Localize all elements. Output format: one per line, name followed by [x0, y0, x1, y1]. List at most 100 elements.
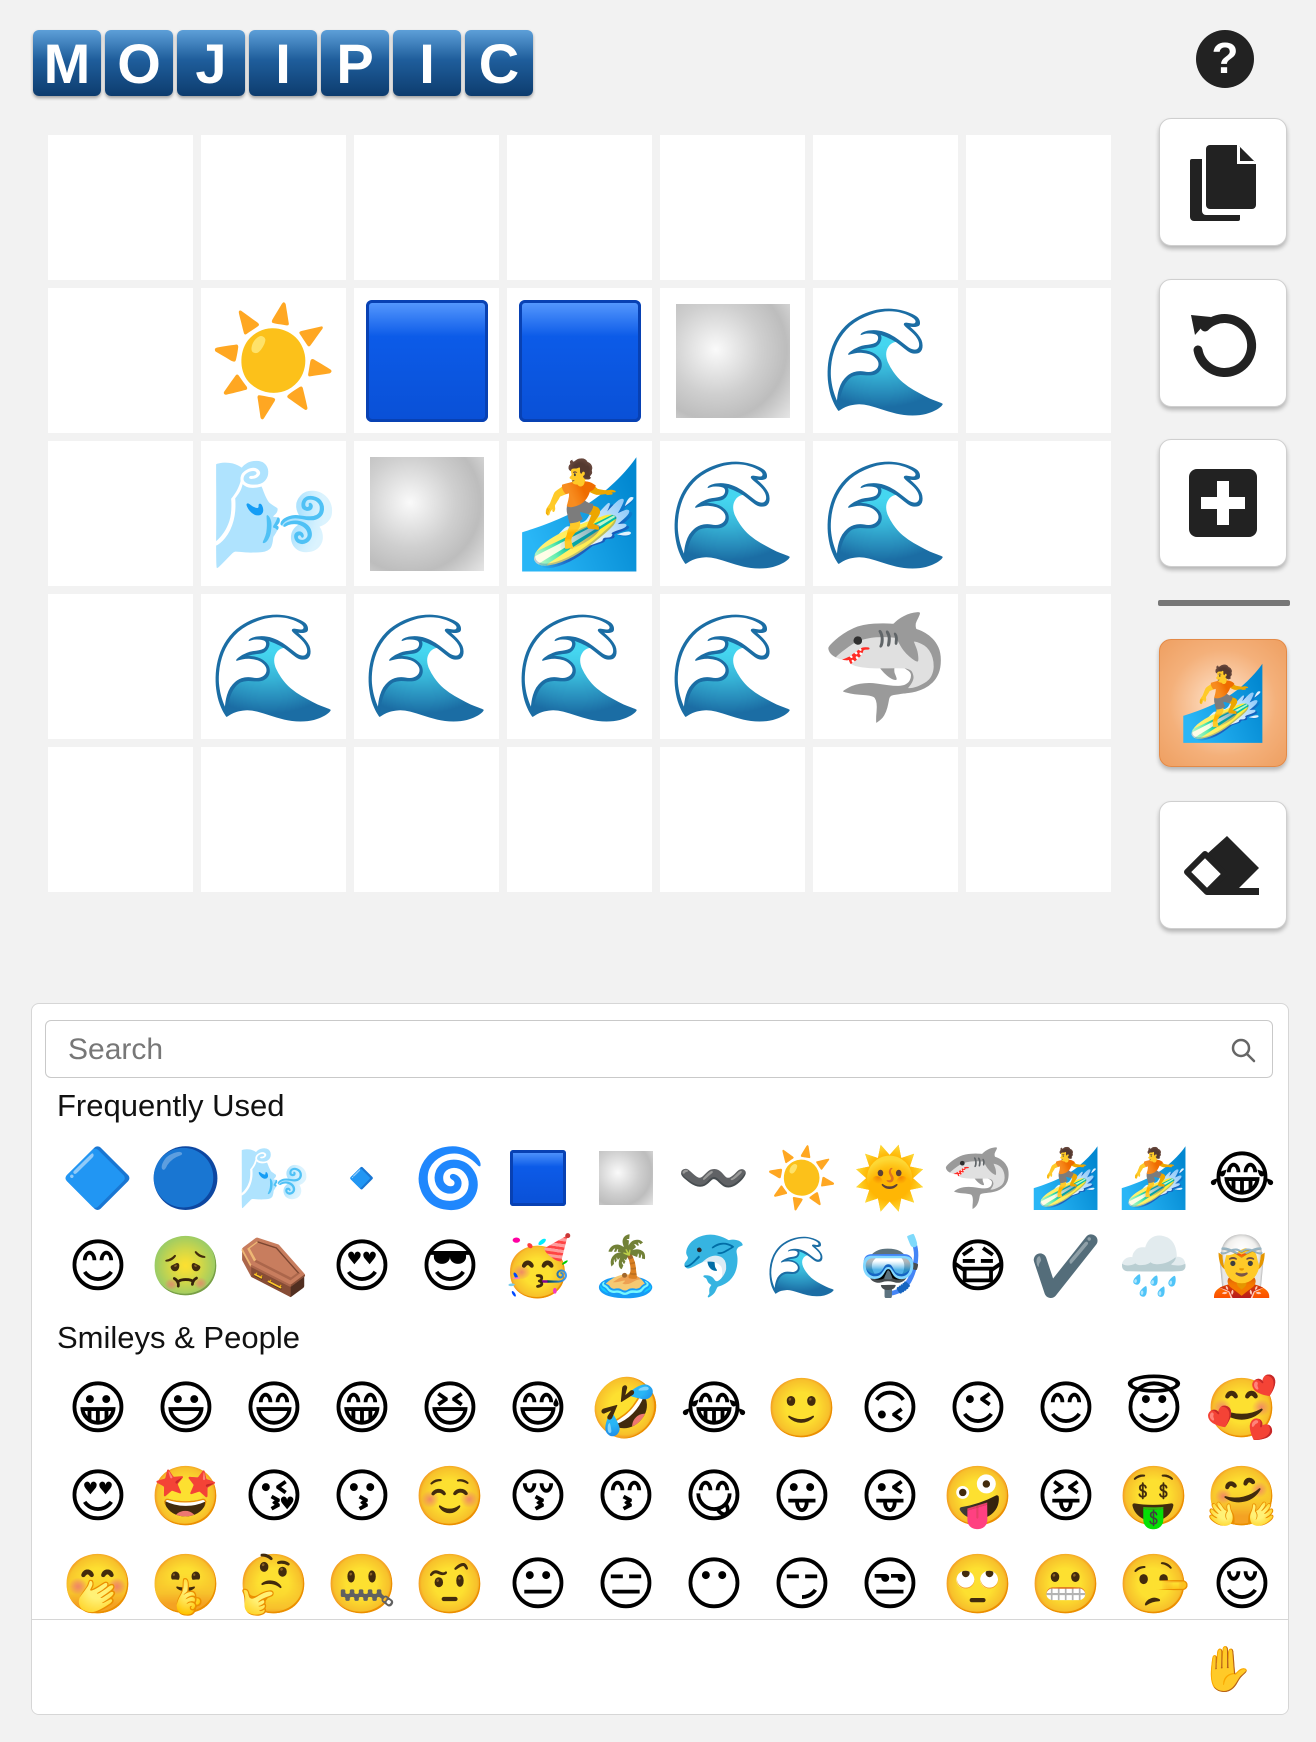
emoji-option[interactable] — [494, 1134, 582, 1222]
grid-cell[interactable] — [660, 135, 805, 280]
grid-cell[interactable]: 🌊 — [660, 594, 805, 739]
emoji-option[interactable]: 😛 — [758, 1452, 846, 1540]
grid-cell[interactable]: 🌊 — [201, 594, 346, 739]
emoji-option[interactable]: 😇 — [1110, 1364, 1198, 1452]
grid-cell[interactable]: 🌊 — [354, 594, 499, 739]
emoji-option[interactable]: 🧝 — [1198, 1222, 1286, 1310]
emoji-option[interactable]: 😐 — [494, 1540, 582, 1628]
undo-button[interactable] — [1159, 279, 1287, 407]
emoji-option[interactable]: 😉 — [934, 1364, 1022, 1452]
emoji-option[interactable]: 😘 — [230, 1452, 318, 1540]
grid-cell[interactable] — [813, 135, 958, 280]
grid-cell[interactable] — [48, 441, 193, 586]
grid-cell[interactable] — [354, 288, 499, 433]
emoji-option[interactable]: 😋 — [670, 1452, 758, 1540]
emoji-option[interactable]: 🤥 — [1110, 1540, 1198, 1628]
grid-cell[interactable]: 🦈 — [813, 594, 958, 739]
emoji-option[interactable]: 😜 — [846, 1452, 934, 1540]
emoji-option[interactable]: 🏄 — [1022, 1134, 1110, 1222]
emoji-option[interactable]: 🤗 — [1198, 1452, 1286, 1540]
emoji-option[interactable]: ✔️ — [1022, 1222, 1110, 1310]
emoji-option[interactable]: 🙄 — [934, 1540, 1022, 1628]
grid-cell[interactable] — [966, 594, 1111, 739]
emoji-option[interactable]: 🔹 — [318, 1134, 406, 1222]
emoji-option[interactable]: ☺️ — [406, 1452, 494, 1540]
emoji-option[interactable]: 🌧️ — [1110, 1222, 1198, 1310]
emoji-option[interactable]: 🤔 — [230, 1540, 318, 1628]
emoji-option[interactable]: 〰️ — [670, 1134, 758, 1222]
emoji-option[interactable]: 😀 — [54, 1364, 142, 1452]
emoji-option[interactable]: 🥳 — [494, 1222, 582, 1310]
emoji-option[interactable]: 😍 — [54, 1452, 142, 1540]
grid-cell[interactable] — [966, 135, 1111, 280]
emoji-option[interactable]: 😷 — [934, 1222, 1022, 1310]
emoji-option[interactable]: 😅 — [494, 1364, 582, 1452]
emoji-option[interactable]: 🥰 — [1198, 1364, 1286, 1452]
grid-cell[interactable]: 🌊 — [660, 441, 805, 586]
emoji-option[interactable]: 😃 — [142, 1364, 230, 1452]
emoji-option[interactable]: 🤢 — [142, 1222, 230, 1310]
emoji-option[interactable]: 🤣 — [582, 1364, 670, 1452]
grid-cell[interactable] — [507, 747, 652, 892]
grid-cell[interactable] — [201, 135, 346, 280]
search-icon[interactable] — [1230, 1037, 1256, 1063]
emoji-option[interactable]: 😬 — [1022, 1540, 1110, 1628]
emoji-option[interactable]: 🤐 — [318, 1540, 406, 1628]
add-row-button[interactable] — [1159, 439, 1287, 567]
emoji-option[interactable]: 🌞 — [846, 1134, 934, 1222]
emoji-option[interactable]: 🔵 — [142, 1134, 230, 1222]
emoji-option[interactable]: 😏 — [758, 1540, 846, 1628]
emoji-option[interactable]: 😄 — [230, 1364, 318, 1452]
emoji-option[interactable]: 🏝️ — [582, 1222, 670, 1310]
grid-cell[interactable]: 🌊 — [813, 441, 958, 586]
grid-cell[interactable] — [966, 747, 1111, 892]
grid-cell[interactable]: 🌬️ — [201, 441, 346, 586]
skin-tone-selector[interactable]: ✋ — [1199, 1648, 1254, 1692]
emoji-option[interactable]: 🌊 — [758, 1222, 846, 1310]
emoji-option[interactable]: 😂 — [1198, 1134, 1286, 1222]
emoji-option[interactable]: 🌬️ — [230, 1134, 318, 1222]
grid-cell[interactable] — [354, 135, 499, 280]
grid-cell[interactable] — [813, 747, 958, 892]
emoji-option[interactable]: 🙃 — [846, 1364, 934, 1452]
emoji-option[interactable]: 😊 — [54, 1222, 142, 1310]
grid-cell[interactable]: 🏄 — [507, 441, 652, 586]
emoji-option[interactable]: 🤭 — [54, 1540, 142, 1628]
emoji-option[interactable]: ⚰️ — [230, 1222, 318, 1310]
emoji-option[interactable]: 🤿 — [846, 1222, 934, 1310]
emoji-option[interactable]: 😝 — [1022, 1452, 1110, 1540]
emoji-option[interactable]: 😍 — [318, 1222, 406, 1310]
emoji-option[interactable]: 🤫 — [142, 1540, 230, 1628]
emoji-option[interactable]: 😗 — [318, 1452, 406, 1540]
emoji-option[interactable]: 😶 — [670, 1540, 758, 1628]
emoji-option[interactable]: 🔷 — [54, 1134, 142, 1222]
grid-cell[interactable] — [507, 288, 652, 433]
eraser-button[interactable] — [1159, 801, 1287, 929]
selected-emoji-button[interactable]: 🏄 — [1159, 639, 1287, 767]
emoji-option[interactable] — [582, 1134, 670, 1222]
grid-cell[interactable]: 🌊 — [507, 594, 652, 739]
emoji-option[interactable]: 🐬 — [670, 1222, 758, 1310]
emoji-option[interactable]: 😑 — [582, 1540, 670, 1628]
grid-cell[interactable] — [48, 288, 193, 433]
emoji-option[interactable]: 🤪 — [934, 1452, 1022, 1540]
emoji-option[interactable]: 🏄 — [1110, 1134, 1198, 1222]
help-button[interactable]: ? — [1196, 30, 1254, 88]
grid-cell[interactable] — [48, 747, 193, 892]
grid-cell[interactable] — [48, 135, 193, 280]
emoji-option[interactable]: 🦈 — [934, 1134, 1022, 1222]
emoji-option[interactable]: 🤑 — [1110, 1452, 1198, 1540]
grid-cell[interactable] — [660, 747, 805, 892]
grid-cell[interactable]: ☀️ — [201, 288, 346, 433]
emoji-option[interactable]: 🤩 — [142, 1452, 230, 1540]
grid-cell[interactable]: 🌊 — [813, 288, 958, 433]
search-input[interactable] — [66, 1021, 1220, 1079]
emoji-option[interactable]: 😙 — [582, 1452, 670, 1540]
grid-cell[interactable] — [354, 747, 499, 892]
emoji-option[interactable]: 😚 — [494, 1452, 582, 1540]
emoji-option[interactable]: 😒 — [846, 1540, 934, 1628]
grid-cell[interactable] — [354, 441, 499, 586]
emoji-option[interactable]: ☀️ — [758, 1134, 846, 1222]
emoji-option[interactable]: 😎 — [406, 1222, 494, 1310]
grid-cell[interactable] — [48, 594, 193, 739]
